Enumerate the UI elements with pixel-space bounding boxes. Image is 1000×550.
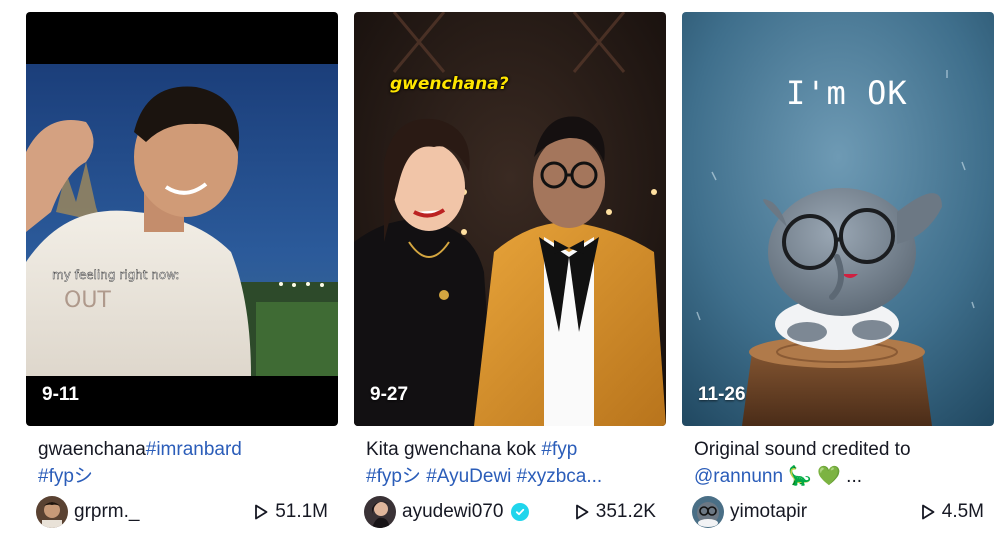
hashtag-link[interactable]: #fypシ #AyuDewi #xyzbca... <box>366 466 602 487</box>
hashtag-link[interactable]: #fyp <box>541 439 577 460</box>
video-description: gwaenchana#imranbard #fypシ <box>26 436 338 490</box>
mention-link[interactable]: @rannunn <box>694 466 783 487</box>
video-thumbnail[interactable]: I'm OK 11-26 <box>682 12 994 426</box>
play-count: 4.5M <box>920 501 984 523</box>
author-name: grprm._ <box>74 501 140 522</box>
desc-text: Kita gwenchana kok <box>366 439 542 460</box>
author-name: ayudewi070 <box>402 501 504 522</box>
thumbnail-image <box>682 12 994 426</box>
video-card-yimotapir[interactable]: I'm OK 11-26 Original sound credited to … <box>682 12 994 529</box>
play-outline-icon <box>255 504 268 520</box>
avatar-image <box>692 496 724 528</box>
verified-badge-icon <box>511 503 530 521</box>
video-thumbnail[interactable]: OUT my feeling right now: 9-11 <box>26 12 338 426</box>
avatar-image <box>36 496 68 528</box>
video-thumbnail[interactable]: gwenchana? 9-27 <box>354 12 666 426</box>
play-count: 351.2K <box>574 501 656 523</box>
avatar <box>364 496 396 528</box>
thumbnail-image <box>354 12 666 426</box>
avatar <box>692 496 724 528</box>
author-link[interactable]: ayudewi070 <box>364 496 530 528</box>
post-date: 11-26 <box>698 384 746 405</box>
card-meta: ayudewi070 351.2K <box>354 495 666 529</box>
desc-text: gwaenchana <box>38 439 146 460</box>
author-link[interactable]: grprm._ <box>36 496 139 528</box>
play-outline-icon <box>575 504 589 520</box>
author-name: yimotapir <box>730 501 808 522</box>
desc-text: 🦕 💚 ... <box>783 466 863 487</box>
video-description: Original sound credited to @rannunn 🦕 💚 … <box>682 436 994 490</box>
card-meta: yimotapir 4.5M <box>682 495 994 529</box>
hashtag-link[interactable]: #fypシ <box>38 466 93 487</box>
video-description: Kita gwenchana kok #fyp #fypシ #AyuDewi #… <box>354 436 666 490</box>
video-grid: OUT my feeling right now: 9-11 gwaenchan… <box>0 0 1000 550</box>
thumbnail-image: OUT <box>26 12 338 426</box>
post-date: 9-11 <box>42 384 79 405</box>
post-date: 9-27 <box>370 384 409 405</box>
play-count-value: 351.2K <box>595 501 656 522</box>
play-outline-icon <box>921 504 935 520</box>
play-count-value: 51.1M <box>275 501 328 522</box>
play-count-value: 4.5M <box>941 501 984 522</box>
avatar-image <box>364 496 396 528</box>
author-link[interactable]: yimotapir <box>692 496 807 528</box>
hashtag-link[interactable]: #imranbard <box>146 439 242 460</box>
svg-text:OUT: OUT <box>64 288 111 313</box>
video-card-grprm[interactable]: OUT my feeling right now: 9-11 gwaenchan… <box>26 12 338 529</box>
desc-text: Original sound credited to <box>694 439 911 460</box>
avatar <box>36 496 68 528</box>
play-count: 51.1M <box>253 501 328 523</box>
card-meta: grprm._ 51.1M <box>26 495 338 529</box>
video-card-ayudewi[interactable]: gwenchana? 9-27 Kita gwenchana kok #fyp … <box>354 12 666 529</box>
